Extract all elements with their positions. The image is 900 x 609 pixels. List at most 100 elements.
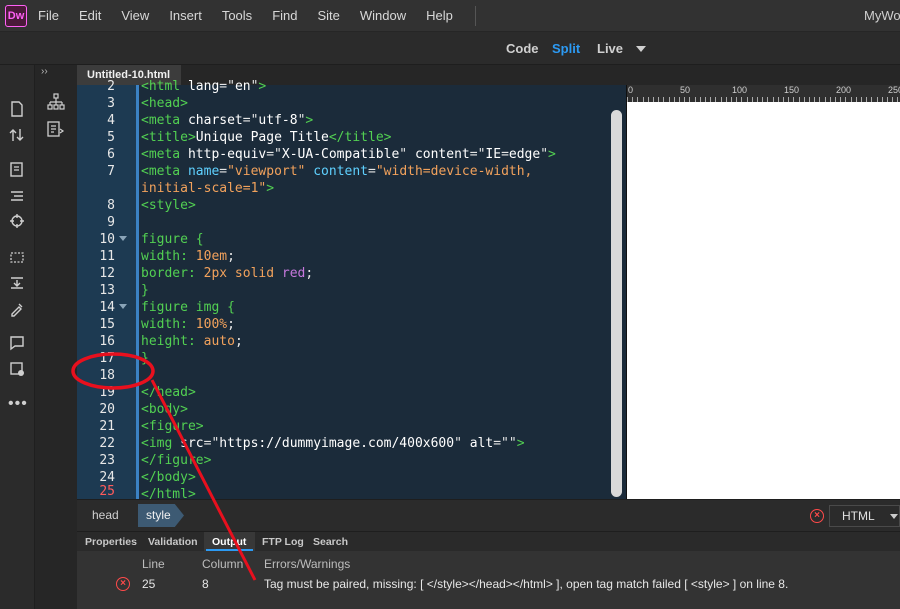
code-line[interactable]: figure img {	[141, 299, 235, 316]
panel-strip	[35, 65, 77, 609]
view-switcher-bar: Code Split Live	[0, 32, 900, 65]
format-source-icon[interactable]	[8, 188, 26, 206]
comment-icon[interactable]	[8, 335, 26, 353]
line-number: 13	[99, 283, 115, 298]
tag-selector-bar	[77, 499, 900, 531]
tab-ftp-log[interactable]: FTP Log	[262, 536, 304, 548]
column-header-column[interactable]: Column	[202, 557, 243, 571]
error-message[interactable]: Tag must be paired, missing: [ </style><…	[264, 577, 788, 591]
menu-window[interactable]: Window	[360, 8, 406, 23]
code-line[interactable]: </head>	[141, 384, 196, 401]
code-line[interactable]: <meta http-equiv="X-UA-Compatible" conte…	[141, 146, 556, 163]
code-line[interactable]: width: 10em;	[141, 248, 235, 265]
code-line[interactable]: </body>	[141, 469, 196, 486]
line-number: 23	[99, 453, 115, 468]
live-code-icon[interactable]	[8, 162, 26, 180]
select-region-icon[interactable]	[8, 249, 26, 267]
code-line[interactable]: </figure>	[141, 452, 211, 469]
column-header-errors[interactable]: Errors/Warnings	[264, 557, 350, 571]
panel-tab-strip	[77, 531, 900, 551]
code-line[interactable]: height: auto;	[141, 333, 243, 350]
code-navigator-icon[interactable]	[47, 121, 65, 139]
error-column-value[interactable]: 8	[202, 577, 209, 591]
more-options-icon[interactable]: •••	[8, 395, 27, 413]
dom-tree-icon[interactable]	[47, 93, 65, 111]
line-number: 19	[99, 385, 115, 400]
tab-properties[interactable]: Properties	[85, 536, 137, 548]
app-logo: Dw	[5, 4, 27, 27]
inspect-target-icon[interactable]	[8, 213, 26, 231]
view-code-button[interactable]: Code	[506, 41, 539, 56]
code-line[interactable]: figure {	[141, 231, 204, 248]
line-number: 15	[99, 317, 115, 332]
design-view[interactable]	[627, 102, 900, 499]
open-documents-icon[interactable]	[8, 101, 26, 119]
menu-find[interactable]: Find	[272, 8, 297, 23]
line-number: 18	[99, 368, 115, 383]
code-line-wrap[interactable]: initial-scale=1">	[141, 180, 274, 197]
tag-crumb-head[interactable]: head	[92, 508, 119, 522]
code-line[interactable]: width: 100%;	[141, 316, 235, 333]
view-live-button[interactable]: Live	[597, 41, 623, 56]
menu-file[interactable]: File	[38, 8, 59, 23]
menu-tools[interactable]: Tools	[222, 8, 252, 23]
error-status-icon[interactable]: ×	[810, 509, 824, 523]
code-line[interactable]: <style>	[141, 197, 196, 214]
code-line[interactable]: <figure>	[141, 418, 204, 435]
line-number: 16	[99, 334, 115, 349]
line-number: 10	[99, 232, 115, 247]
error-line-value[interactable]: 25	[142, 577, 155, 591]
line-number: 17	[99, 351, 115, 366]
menu-site[interactable]: Site	[317, 8, 339, 23]
code-line[interactable]: }	[141, 350, 149, 367]
line-number: 20	[99, 402, 115, 417]
menu-insert[interactable]: Insert	[169, 8, 202, 23]
line-number: 14	[99, 300, 115, 315]
document-type-value: HTML	[842, 509, 875, 523]
ruler-label: 0	[628, 85, 634, 95]
code-line[interactable]: <title>Unique Page Title</title>	[141, 129, 391, 146]
line-number: 21	[99, 419, 115, 434]
line-number: 5	[107, 130, 115, 145]
code-line[interactable]: <html lang="en">	[141, 78, 266, 95]
ruler-label: 150	[784, 85, 800, 95]
error-row-icon: ×	[116, 577, 130, 591]
validate-icon[interactable]	[8, 361, 26, 379]
chevron-down-icon	[890, 514, 898, 519]
horizontal-ruler: 0 50 100 150 200 250	[627, 85, 900, 102]
view-split-button[interactable]: Split	[552, 41, 580, 56]
code-line[interactable]: <meta charset="utf-8">	[141, 112, 313, 129]
workspace-switcher[interactable]: MyWo	[864, 8, 900, 23]
fold-arrow-icon[interactable]	[119, 236, 127, 241]
ruler-label: 50	[680, 85, 691, 95]
code-line[interactable]: }	[141, 282, 149, 299]
document-type-select[interactable]: HTML	[829, 505, 900, 527]
code-line[interactable]: <img src="https://dummyimage.com/400x600…	[141, 435, 525, 452]
eyedropper-icon[interactable]	[8, 301, 26, 319]
wrap-tag-icon[interactable]	[8, 275, 26, 293]
code-scrollbar-thumb[interactable]	[611, 110, 622, 497]
menu-divider	[474, 5, 476, 26]
document-toolbar: •••	[0, 65, 35, 609]
line-number: 8	[107, 198, 115, 213]
line-number: 11	[99, 249, 115, 264]
code-line[interactable]: <body>	[141, 401, 188, 418]
tab-search[interactable]: Search	[313, 536, 348, 548]
code-line[interactable]: <head>	[141, 95, 188, 112]
code-line[interactable]: <meta name="viewport" content="width=dev…	[141, 163, 532, 180]
fold-arrow-icon[interactable]	[119, 304, 127, 309]
line-number: 4	[107, 113, 115, 128]
gutter-divider	[136, 85, 139, 499]
menu-edit[interactable]: Edit	[79, 8, 101, 23]
tag-crumb-style[interactable]: style	[146, 508, 171, 522]
tab-validation[interactable]: Validation	[148, 536, 198, 548]
expand-panel-chevron-icon[interactable]: ››	[41, 66, 48, 77]
code-line[interactable]: border: 2px solid red;	[141, 265, 313, 282]
menu-view[interactable]: View	[121, 8, 149, 23]
menu-help[interactable]: Help	[426, 8, 453, 23]
view-options-chevron-down-icon[interactable]	[636, 46, 646, 52]
column-header-line[interactable]: Line	[142, 557, 165, 571]
tab-output[interactable]: Output	[212, 536, 246, 548]
line-number: 7	[107, 164, 115, 179]
file-management-icon[interactable]	[8, 127, 26, 145]
